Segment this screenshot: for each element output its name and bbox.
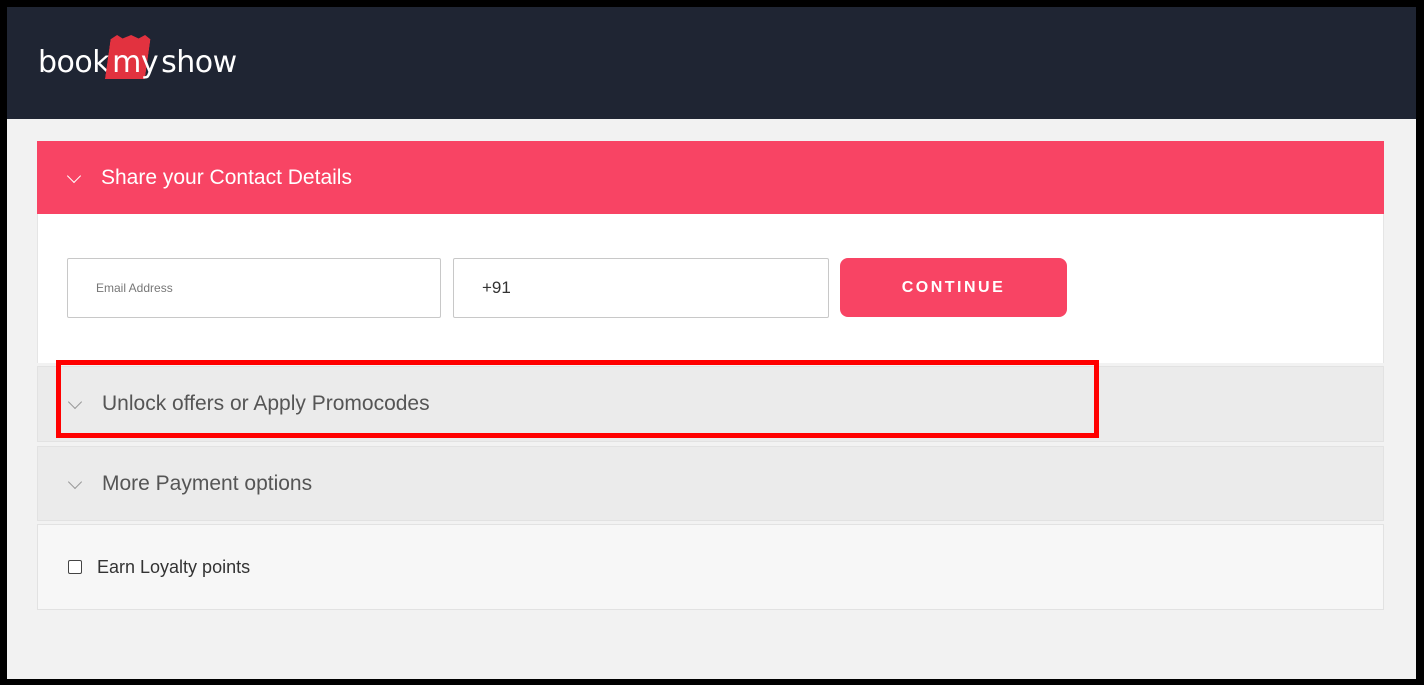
offers-promocodes-section[interactable]: Unlock offers or Apply Promocodes (37, 366, 1384, 442)
chevron-down-icon (66, 168, 82, 183)
offers-title: Unlock offers or Apply Promocodes (102, 392, 430, 415)
loyalty-label[interactable]: Earn Loyalty points (97, 557, 250, 578)
chevron-down-icon (67, 394, 83, 410)
continue-button[interactable]: CONTINUE (840, 258, 1067, 317)
email-placeholder: Email Address (96, 281, 173, 295)
payment-title: More Payment options (102, 471, 313, 495)
contact-details-header[interactable]: Share your Contact Details (37, 141, 1384, 214)
chevron-down-icon (67, 474, 83, 489)
bookmyshow-logo[interactable]: book my show (38, 43, 237, 83)
page-frame: book my show Share your Contact Details … (7, 7, 1416, 679)
logo-text-show: show (161, 45, 237, 80)
more-payment-options-section[interactable]: More Payment options (37, 446, 1384, 521)
loyalty-section: Earn Loyalty points (37, 524, 1384, 610)
loyalty-checkbox[interactable] (68, 560, 82, 574)
phone-prefix: +91 (482, 278, 511, 297)
contact-details-body: Email Address +91 CONTINUE (37, 214, 1384, 363)
phone-field[interactable]: +91 (453, 258, 829, 318)
logo-text-my: my (112, 45, 159, 80)
email-field[interactable]: Email Address (67, 258, 441, 318)
logo-text-book: book (38, 45, 110, 80)
top-bar: book my show (7, 7, 1416, 119)
contact-details-title: Share your Contact Details (101, 165, 352, 189)
logo-ticket: my (112, 43, 159, 83)
